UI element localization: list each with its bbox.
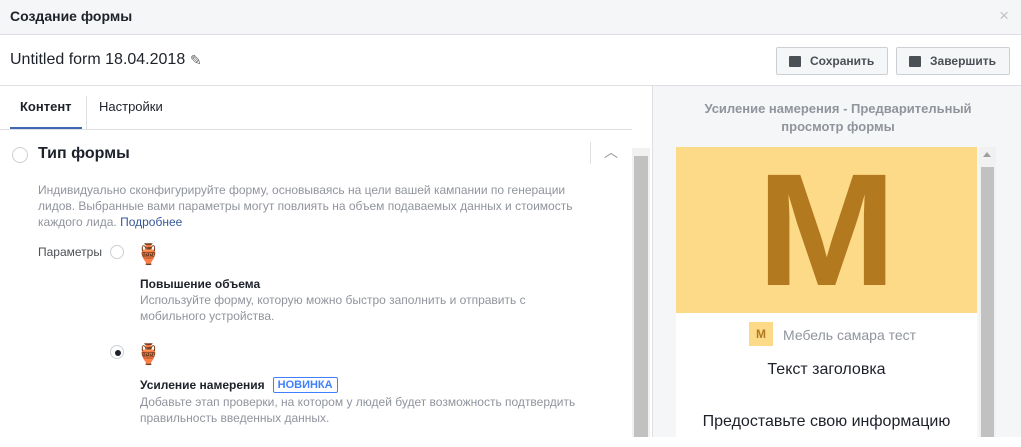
- tab-underline: [0, 129, 632, 130]
- preview-card: M M Мебель самара тест Текст заголовка П…: [676, 147, 977, 447]
- tab-content[interactable]: Контент: [10, 86, 82, 130]
- preview-title: Усиление намерения - Предварительный про…: [704, 101, 972, 134]
- close-icon[interactable]: ×: [999, 6, 1009, 26]
- funnel-icon: 🏺: [136, 344, 161, 366]
- save-label: Сохранить: [810, 54, 875, 68]
- option-title-row: Усиление намерения НОВИНКА: [140, 377, 338, 393]
- new-badge: НОВИНКА: [272, 377, 338, 393]
- section-description: Индивидуально сконфигурируйте форму, осн…: [38, 182, 583, 230]
- dialog-title: Создание формы: [10, 8, 133, 24]
- scroll-thumb[interactable]: [981, 167, 994, 437]
- finish-label: Завершить: [930, 54, 997, 68]
- finish-button[interactable]: Завершить: [896, 47, 1010, 75]
- funnel-icon: 🏺: [136, 244, 161, 266]
- tab-divider: [86, 96, 87, 130]
- dialog-header: Создание формы ×: [0, 0, 1021, 35]
- description-text: Индивидуально сконфигурируйте форму, осн…: [38, 183, 573, 229]
- divider: [590, 142, 591, 164]
- preview-scrollbar[interactable]: [979, 147, 996, 437]
- option-desc: Добавьте этап проверки, на котором у люд…: [140, 395, 576, 425]
- cover-letter: M: [756, 147, 897, 319]
- pencil-icon[interactable]: ✎: [190, 52, 202, 69]
- section-radio[interactable]: [12, 147, 28, 163]
- learn-more-link[interactable]: Подробнее: [120, 215, 182, 229]
- tab-settings[interactable]: Настройки: [89, 86, 173, 130]
- save-icon: [789, 55, 801, 67]
- page-avatar: M: [749, 322, 773, 346]
- option-radio-volume[interactable]: [110, 245, 124, 259]
- form-name[interactable]: Untitled form 18.04.2018: [10, 51, 185, 69]
- collapse-chevron-icon[interactable]: ︿: [604, 142, 618, 162]
- content-scrollbar[interactable]: [632, 148, 650, 437]
- save-button[interactable]: Сохранить: [776, 47, 888, 75]
- page-name: Мебель самара тест: [783, 327, 917, 343]
- option-title: Повышение объема: [140, 277, 261, 291]
- content-panel: Контент Настройки Тип формы ︿ Индивидуал…: [0, 86, 652, 437]
- option-radio-intent[interactable]: [110, 345, 124, 359]
- finish-icon: [909, 55, 921, 67]
- cover-image: M: [676, 147, 977, 313]
- params-label: Параметры: [38, 245, 102, 259]
- body-text: Предоставьте свою информацию: [702, 413, 951, 430]
- scroll-up-icon[interactable]: [983, 152, 991, 157]
- scroll-thumb[interactable]: [634, 156, 648, 437]
- headline: Текст заголовка: [767, 361, 886, 378]
- preview-panel: Усиление намерения - Предварительный про…: [652, 86, 1021, 447]
- form-title-bar: Untitled form 18.04.2018 ✎ Сохранить Зав…: [0, 35, 1021, 86]
- option-title: Усиление намерения: [140, 378, 265, 392]
- option-desc: Используйте форму, которую можно быстро …: [140, 293, 526, 323]
- section-title: Тип формы: [38, 145, 130, 162]
